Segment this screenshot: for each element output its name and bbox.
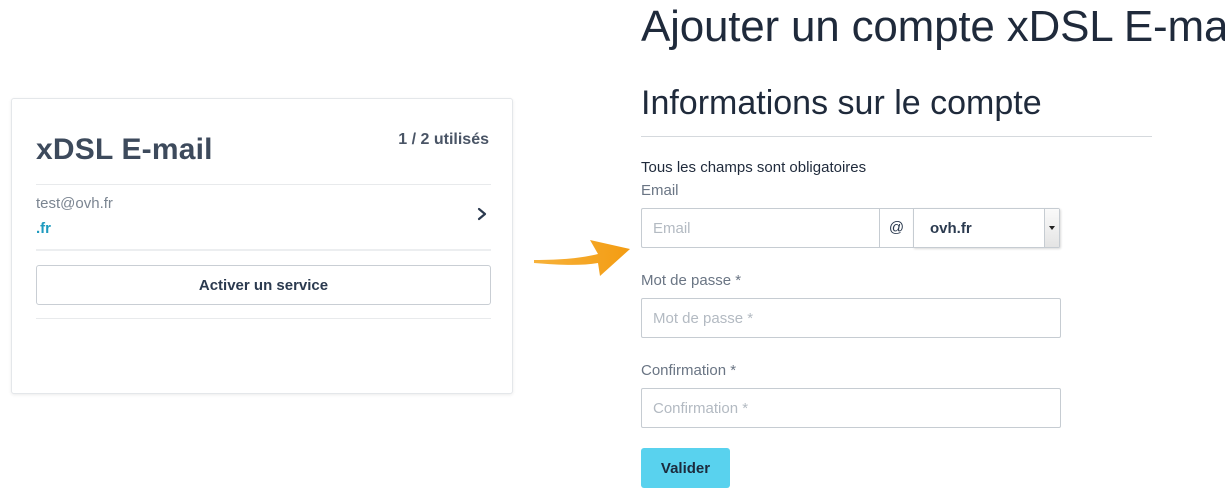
required-fields-note: Tous les champs sont obligatoires [641,159,867,176]
page-title: Ajouter un compte xDSL E-mail [641,2,1225,51]
submit-button[interactable]: Valider [641,448,730,488]
caret-down-icon [1049,226,1055,230]
section-divider [641,136,1152,137]
confirmation-input[interactable] [641,388,1061,428]
domain-select-value: ovh.fr [930,220,972,237]
xdsl-email-card: xDSL E-mail 1 / 2 utilisés test@ovh.fr .… [11,98,513,394]
confirmation-label: Confirmation * [641,362,737,379]
domain-select[interactable]: ovh.fr [913,208,1060,248]
divider [36,184,491,185]
account-domain: .fr [36,220,51,237]
account-list-item[interactable]: test@ovh.fr .fr [36,186,491,248]
account-email: test@ovh.fr [36,195,113,212]
at-addon: @ [879,208,914,248]
chevron-right-icon[interactable] [475,205,489,223]
password-label: Mot de passe * [641,272,742,289]
section-title: Informations sur le compte [641,84,1042,122]
select-arrow[interactable] [1044,209,1059,247]
email-label: Email [641,182,679,199]
password-input[interactable] [641,298,1061,338]
arrow-right-icon [534,240,630,276]
divider [36,318,491,319]
divider [36,249,491,251]
usage-counter: 1 / 2 utilisés [398,131,489,148]
card-title: xDSL E-mail [36,133,213,166]
email-input[interactable] [641,208,879,248]
activate-service-button[interactable]: Activer un service [36,265,491,305]
